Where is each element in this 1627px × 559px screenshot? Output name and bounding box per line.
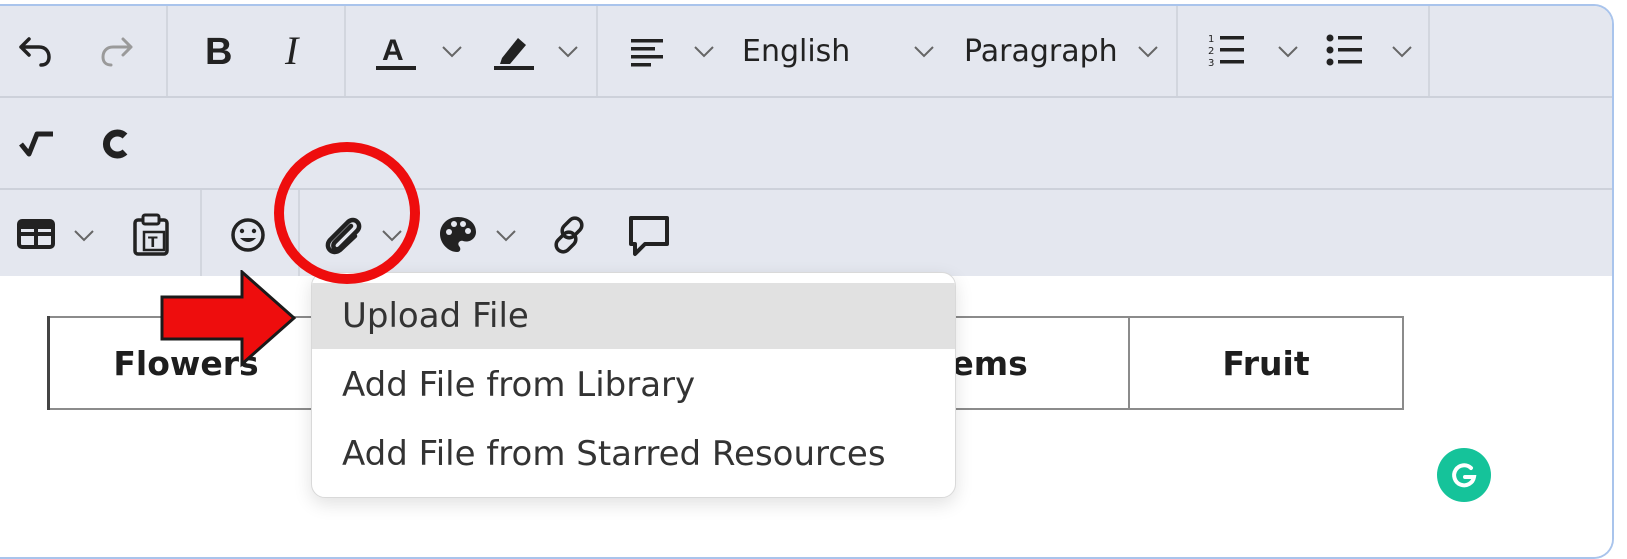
link-button[interactable] [544, 210, 594, 260]
toolbar-row-1: B I A English Paragraph 123 [0, 6, 1612, 98]
highlight-button[interactable] [484, 28, 542, 78]
paste-text-button[interactable]: T [126, 210, 176, 260]
grammarly-icon[interactable] [1437, 448, 1491, 502]
chevron-down-icon[interactable] [912, 44, 936, 60]
toolbar-separator [166, 6, 168, 96]
align-button[interactable] [622, 30, 672, 74]
text-color-icon: A [376, 34, 416, 70]
align-icon [631, 39, 663, 67]
toolbar-separator [344, 6, 346, 96]
svg-text:A: A [382, 34, 404, 67]
paste-text-icon: T [133, 213, 169, 256]
svg-text:3: 3 [1208, 58, 1214, 69]
comment-button[interactable] [622, 210, 676, 262]
chemistry-icon [103, 129, 128, 159]
bullet-list-button[interactable] [1320, 28, 1370, 74]
table-icon [17, 219, 55, 249]
toolbar-separator [596, 6, 598, 96]
palette-button[interactable] [434, 212, 482, 258]
numbered-list-icon: 123 [1208, 34, 1244, 69]
link-icon [554, 216, 584, 254]
chevron-down-icon[interactable] [1276, 44, 1300, 60]
text-color-button[interactable]: A [366, 28, 424, 78]
math-icon [19, 131, 53, 157]
chemistry-button[interactable] [94, 122, 140, 166]
annotation-circle [274, 142, 420, 284]
highlight-icon [494, 38, 534, 70]
menu-item-add-file-from-library[interactable]: Add File from Library [312, 352, 955, 418]
italic-icon: I [284, 31, 300, 71]
chevron-down-icon[interactable] [494, 228, 518, 244]
chevron-down-icon[interactable] [556, 44, 580, 60]
menu-item-upload-file[interactable]: Upload File [312, 283, 955, 349]
bold-button[interactable]: B [196, 28, 242, 74]
chevron-down-icon[interactable] [692, 44, 716, 60]
math-button[interactable] [14, 122, 60, 166]
chevron-down-icon[interactable] [1390, 44, 1414, 60]
chevron-down-icon[interactable] [72, 228, 96, 244]
table-button[interactable] [12, 212, 60, 256]
bullet-list-icon [1326, 34, 1362, 66]
svg-text:2: 2 [1208, 46, 1214, 57]
block-format-select[interactable]: Paragraph [964, 34, 1118, 69]
emoji-icon [231, 218, 265, 252]
numbered-list-button[interactable]: 123 [1202, 28, 1252, 74]
menu-item-add-file-from-starred-resources[interactable]: Add File from Starred Resources [312, 421, 955, 487]
undo-icon [19, 37, 51, 67]
toolbar-row-3: T [0, 190, 1612, 276]
italic-button[interactable]: I [272, 28, 318, 74]
svg-text:T: T [148, 235, 158, 251]
table-cell[interactable]: Fruit [1128, 316, 1404, 410]
redo-icon [101, 37, 133, 67]
comment-icon [629, 216, 669, 256]
chevron-down-icon[interactable] [440, 44, 464, 60]
annotation-arrow-icon [160, 270, 297, 368]
toolbar-separator [1176, 6, 1178, 96]
toolbar-separator [1428, 6, 1430, 96]
redo-button[interactable] [92, 28, 142, 74]
emoji-button[interactable] [224, 212, 272, 258]
svg-text:1: 1 [1208, 34, 1214, 45]
attachment-dropdown-menu: Upload File Add File from Library Add Fi… [311, 272, 956, 498]
language-select[interactable]: English [742, 34, 850, 69]
toolbar-separator [200, 190, 202, 276]
svg-text:I: I [284, 31, 300, 71]
svg-text:B: B [205, 31, 232, 71]
bold-icon: B [205, 31, 232, 71]
palette-icon [440, 217, 476, 252]
undo-button[interactable] [10, 28, 60, 74]
chevron-down-icon[interactable] [1136, 44, 1160, 60]
toolbar-row-2 [0, 98, 1612, 190]
